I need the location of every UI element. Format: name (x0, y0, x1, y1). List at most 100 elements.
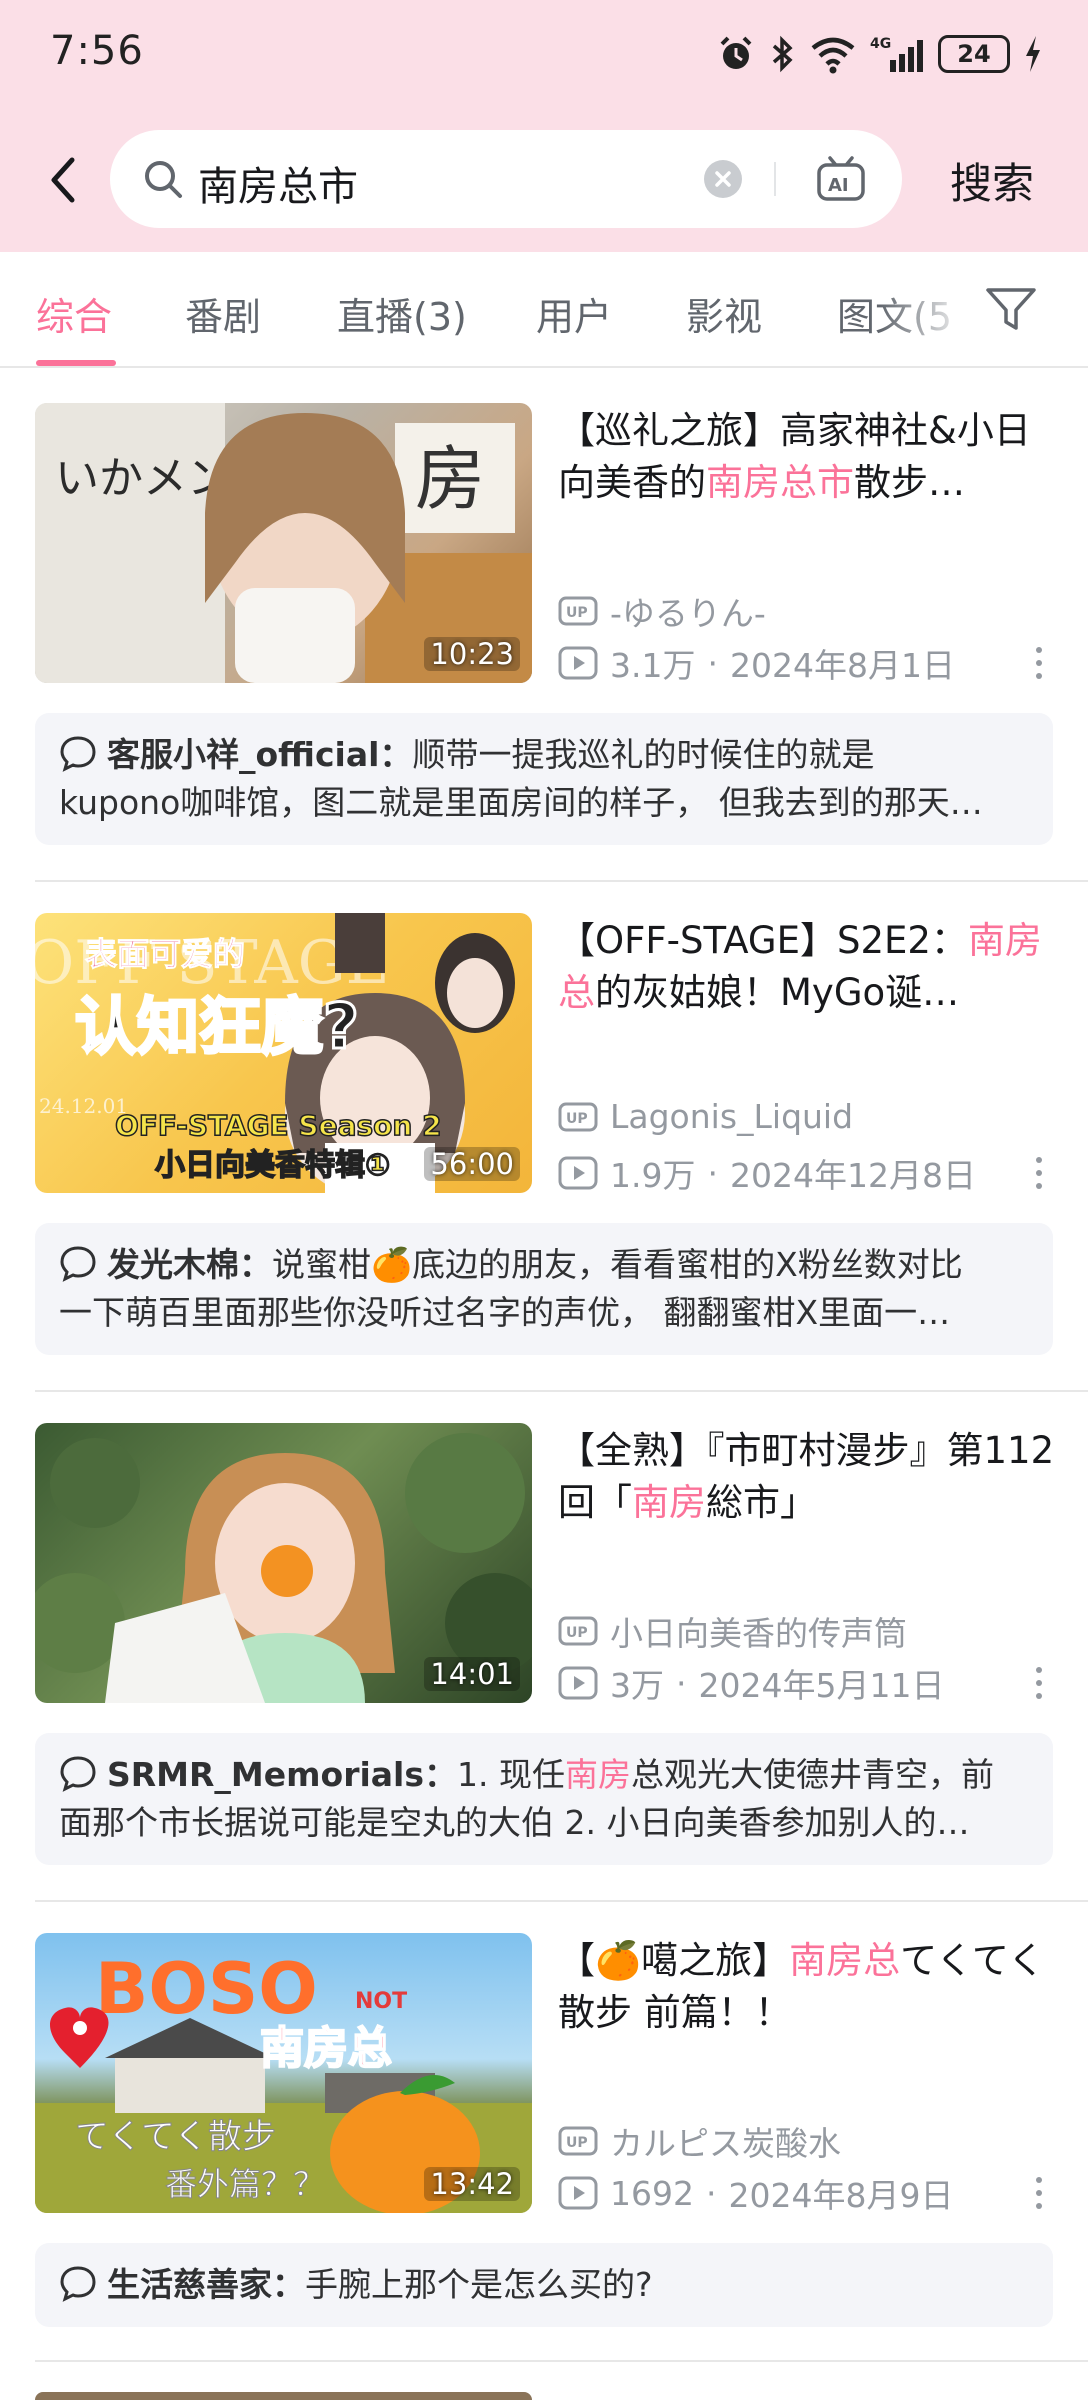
comment-username: SRMR_Memorials： (107, 1755, 458, 1794)
comment-preview[interactable]: 发光木棉：说蜜柑🍊底边的朋友，看看蜜柑的X粉丝数对比 一下萌百里面那些你没听过名… (35, 1223, 1053, 1355)
comment-username: 发光木棉： (107, 1245, 272, 1284)
play-count-icon (558, 2176, 598, 2210)
comment-text: 1. 现任 (457, 1755, 565, 1794)
video-thumbnail[interactable]: いかメンチ 房 10:23 (35, 403, 532, 683)
stats-row: 3.1万 · 2024年8月1日 (558, 639, 955, 687)
video-title[interactable]: 【🍊噶之旅】南房总てくてく散步 前篇！！ (558, 1935, 1056, 2039)
publish-date: 2024年8月1日 (729, 646, 955, 685)
dot-separator: · (705, 2173, 717, 2213)
more-options-icon[interactable] (1036, 1667, 1044, 1701)
wifi-icon (811, 37, 855, 74)
svg-text:小日向美香特辑①: 小日向美香特辑① (155, 1148, 390, 1183)
comment-icon (60, 2266, 96, 2302)
video-duration: 10:23 (424, 637, 520, 671)
alarm-icon (720, 36, 752, 69)
comment-preview[interactable]: 生活慈善家：手腕上那个是怎么买的? (35, 2243, 1053, 2327)
tab-fade (880, 252, 970, 366)
uploader-row[interactable]: UP カルピス炭酸水 (558, 2117, 841, 2165)
svg-text:AI: AI (828, 175, 849, 196)
video-duration: 14:01 (424, 1657, 520, 1691)
uploader-name: Lagonis_Liquid (610, 1097, 854, 1136)
back-arrow-icon[interactable] (40, 150, 90, 210)
charging-icon (1026, 36, 1040, 72)
comment-text: 一下萌百里面那些你没听过名字的声优， 翻翻蜜柑X里面一… (59, 1293, 951, 1332)
divider (35, 1390, 1088, 1392)
next-video-thumbnail[interactable] (35, 2392, 532, 2400)
video-title[interactable]: 【巡礼之旅】高家神社&小日向美香的南房总市散步… (558, 405, 1056, 509)
search-divider (774, 162, 776, 196)
tab-live[interactable]: 直播(3) (337, 286, 467, 341)
battery-icon: 24 (938, 35, 1010, 73)
ai-assistant-icon[interactable]: AI (816, 154, 866, 204)
dot-separator: · (707, 643, 718, 683)
svg-text:UP: UP (566, 2135, 588, 2151)
view-count: 3万 (610, 1666, 664, 1705)
svg-text:てくてく散步: てくてく散步 (75, 2117, 276, 2157)
tab-comprehensive[interactable]: 综合 (36, 286, 112, 341)
svg-text:UP: UP (566, 1625, 588, 1641)
uploader-name: カルピス炭酸水 (610, 2124, 841, 2163)
play-count-icon (558, 1666, 598, 1700)
stats-row: 1692 · 2024年8月9日 (558, 2169, 953, 2217)
search-box[interactable]: 南房总市 AI (110, 130, 902, 228)
tab-anime[interactable]: 番剧 (185, 286, 261, 341)
comment-username: 生活慈善家： (107, 2265, 305, 2304)
svg-text:南房总: 南房总 (260, 2023, 392, 2074)
video-duration: 13:42 (424, 2167, 520, 2201)
comment-highlight: 南房 (565, 1755, 631, 1794)
search-button[interactable]: 搜索 (950, 150, 1034, 211)
more-options-icon[interactable] (1036, 1157, 1044, 1191)
comment-text: kupono咖啡馆，图二就是里面房间的样子， 但我去到的那天… (59, 783, 983, 822)
divider (35, 1900, 1088, 1902)
up-badge-icon: UP (558, 1102, 598, 1131)
svg-text:4G: 4G (870, 36, 891, 52)
tab-users[interactable]: 用户 (536, 286, 612, 341)
cellular-signal-icon: 4G (870, 36, 923, 72)
video-thumbnail[interactable]: BOSO NOT 南房总 てくてく散步 番外篇？？ 13:42 (35, 1933, 532, 2213)
svg-text:房: 房 (415, 438, 485, 520)
publish-date: 2024年12月8日 (729, 1156, 976, 1195)
uploader-row[interactable]: UP -ゆるりん- (558, 587, 766, 635)
uploader-row[interactable]: UP 小日向美香的传声筒 (558, 1607, 907, 1655)
uploader-name: -ゆるりん- (610, 594, 766, 633)
clear-search-icon[interactable] (704, 160, 742, 198)
stats-row: 1.9万 · 2024年12月8日 (558, 1149, 976, 1197)
comment-preview[interactable]: SRMR_Memorials：1. 现任南房总观光大使德井青空，前 面那个市长据… (35, 1733, 1053, 1865)
comment-text: 说蜜柑🍊底边的朋友，看看蜜柑的X粉丝数对比 (272, 1245, 963, 1284)
svg-text:UP: UP (566, 1111, 588, 1127)
status-bar: 7:56 4G 24 (0, 0, 1088, 110)
svg-text:表面可爱的: 表面可爱的 (85, 935, 245, 973)
video-title[interactable]: 【全熟】『市町村漫步』第112回「南房総市」 (558, 1425, 1056, 1529)
filter-icon[interactable] (984, 284, 1038, 334)
svg-text:认知狂魔?: 认知狂魔? (75, 990, 359, 1063)
up-badge-icon: UP (558, 596, 598, 626)
uploader-row[interactable]: UP Lagonis_Liquid (558, 1097, 853, 1136)
video-title[interactable]: 【OFF-STAGE】S2E2：南房总的灰姑娘！MyGo诞… (558, 915, 1056, 1019)
comment-username: 客服小祥_official： (107, 735, 413, 774)
active-tab-indicator (36, 360, 116, 366)
dot-separator: · (707, 1153, 718, 1193)
tab-film[interactable]: 影视 (686, 286, 762, 341)
up-badge-icon: UP (558, 1616, 598, 1646)
search-input[interactable]: 南房总市 (198, 154, 358, 212)
publish-date: 2024年8月9日 (728, 2176, 954, 2215)
comment-icon (60, 1246, 96, 1282)
uploader-name: 小日向美香的传声筒 (610, 1614, 907, 1653)
view-count: 3.1万 (610, 646, 696, 685)
video-thumbnail[interactable]: 14:01 (35, 1423, 532, 1703)
svg-text:BOSO: BOSO (95, 1948, 318, 2030)
more-options-icon[interactable] (1036, 2177, 1044, 2211)
comment-text: 总观光大使德井青空，前 (631, 1755, 994, 1794)
status-time: 7:56 (50, 28, 144, 74)
tab-bar: 综合 番剧 直播(3) 用户 影视 图文(5 (0, 252, 1088, 368)
up-badge-icon: UP (558, 2126, 598, 2156)
play-count-icon (558, 646, 598, 680)
svg-text:UP: UP (566, 605, 588, 621)
more-options-icon[interactable] (1036, 647, 1044, 681)
video-thumbnail[interactable]: OFF STAGE 24.12.01 表面可爱的 认知狂魔? OFF-STAGE… (35, 913, 532, 1193)
divider (35, 880, 1088, 882)
comment-preview[interactable]: 客服小祥_official：顺带一提我巡礼的时候住的就是 kupono咖啡馆，图… (35, 713, 1053, 845)
bluetooth-icon (772, 35, 793, 73)
comment-icon (60, 736, 96, 772)
svg-text:NOT: NOT (355, 1989, 407, 2014)
